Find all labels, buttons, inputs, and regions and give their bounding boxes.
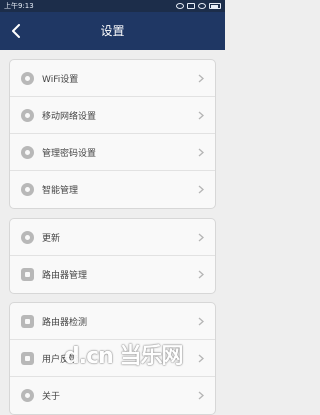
page-title: 设置 xyxy=(100,24,125,38)
wifi-icon xyxy=(21,71,34,85)
gear-icon xyxy=(21,183,34,196)
settings-item-router-check[interactable]: 路由器检测 xyxy=(10,303,215,340)
status-bar: 上午9:13 xyxy=(0,0,225,12)
back-arrow-icon xyxy=(12,24,20,38)
chevron-right-icon xyxy=(196,110,206,120)
settings-item-about[interactable]: 关于 xyxy=(10,377,215,414)
signal-icon xyxy=(187,3,195,9)
chevron-right-icon xyxy=(196,232,206,242)
settings-item-label: 路由器检测 xyxy=(42,317,88,328)
chevron-right-icon xyxy=(196,316,206,326)
settings-item-label: 移动网络设置 xyxy=(42,111,97,122)
settings-item-admin-password[interactable]: 管理密码设置 xyxy=(10,134,215,171)
settings-item-label: 更新 xyxy=(42,233,61,244)
status-time: 上午9:13 xyxy=(4,2,34,10)
chevron-right-icon xyxy=(196,353,206,363)
settings-item-label: 关于 xyxy=(42,392,61,402)
settings-item-wifi[interactable]: WiFi设置 xyxy=(10,60,215,97)
chevron-right-icon xyxy=(196,270,206,280)
chevron-right-icon xyxy=(196,147,206,157)
settings-item-label: 管理密码设置 xyxy=(42,148,97,159)
settings-group-network: WiFi设置 移动网络设置 管理密码设置 智能管理 xyxy=(9,59,216,209)
shield-icon xyxy=(21,145,34,159)
chevron-right-icon xyxy=(196,185,206,195)
battery-icon xyxy=(209,3,221,9)
settings-item-label: 智能管理 xyxy=(42,186,79,196)
globe-icon xyxy=(21,108,34,122)
settings-group-system: 更新 路由器管理 xyxy=(9,218,216,294)
info-icon xyxy=(21,389,34,402)
chevron-right-icon xyxy=(196,391,206,401)
upload-icon xyxy=(21,230,34,244)
bluetooth-icon xyxy=(176,3,184,9)
back-button[interactable] xyxy=(4,19,28,43)
settings-item-smart-management[interactable]: 智能管理 xyxy=(10,171,215,208)
settings-item-router-management[interactable]: 路由器管理 xyxy=(10,256,215,293)
feedback-icon xyxy=(21,351,34,365)
settings-item-label: WiFi设置 xyxy=(42,74,79,85)
status-icons xyxy=(176,0,221,12)
settings-item-label: 路由器管理 xyxy=(42,271,88,281)
wifi-status-icon xyxy=(198,3,206,9)
diagnose-icon xyxy=(21,314,34,328)
app-bar: 设置 xyxy=(0,12,225,50)
settings-item-update[interactable]: 更新 xyxy=(10,219,215,256)
router-icon xyxy=(21,268,34,281)
settings-item-mobile-network[interactable]: 移动网络设置 xyxy=(10,97,215,134)
watermark-logo: d.cn 当乐网 xyxy=(64,344,183,369)
chevron-right-icon xyxy=(196,73,206,83)
